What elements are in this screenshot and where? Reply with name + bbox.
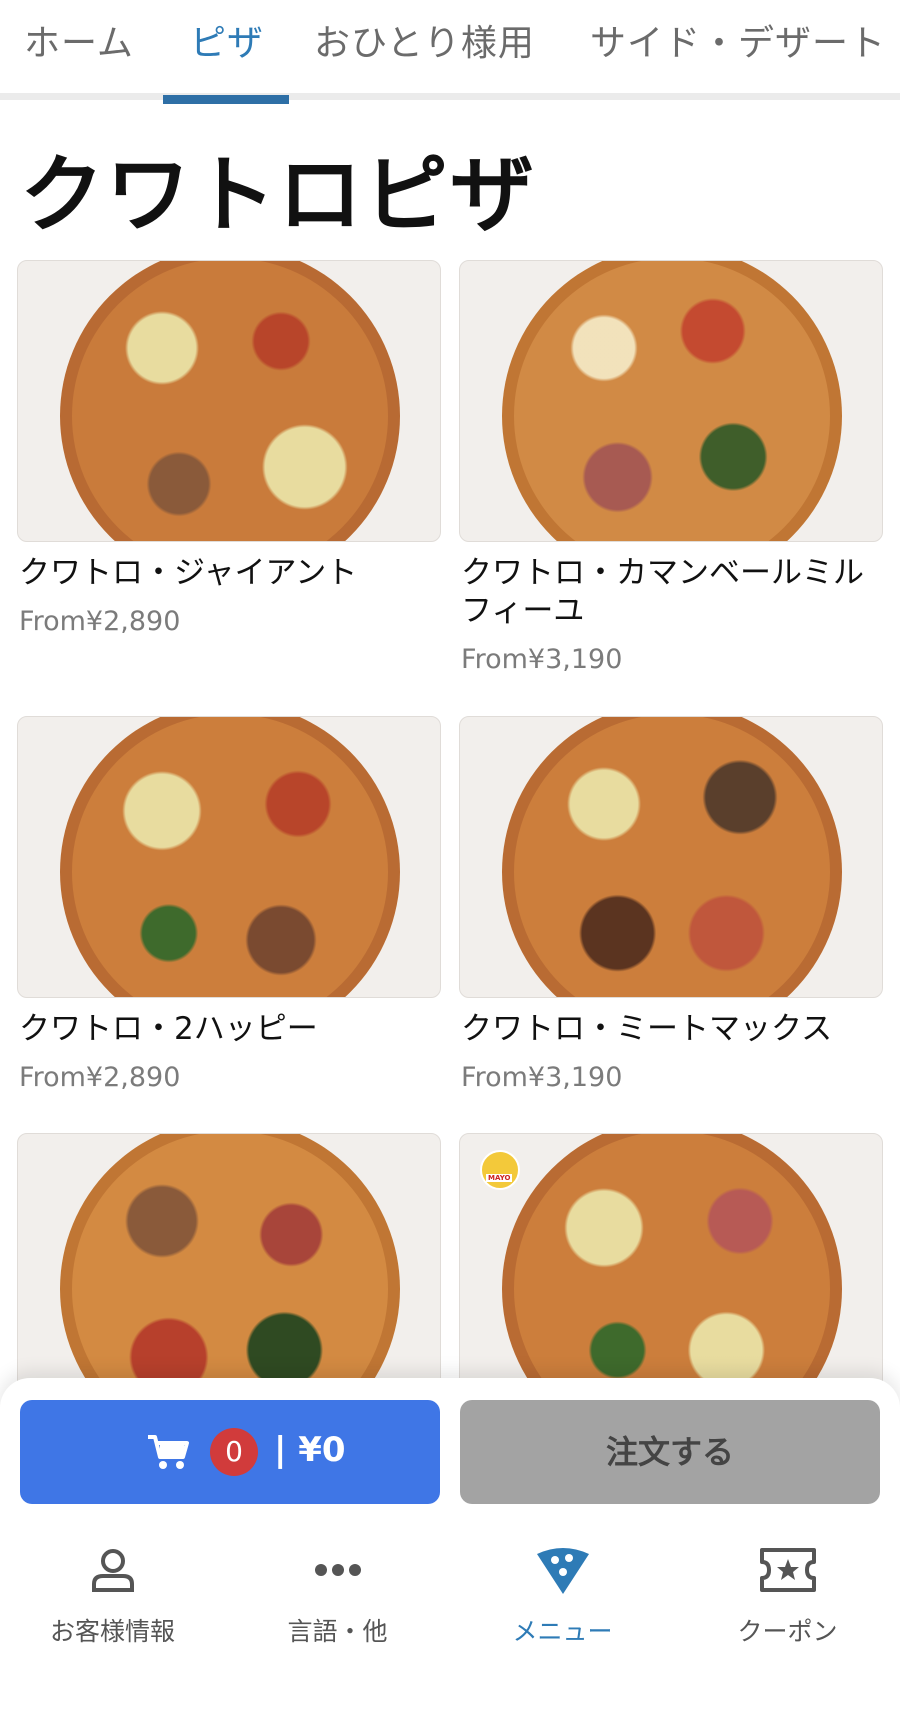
cart-count-badge: 0 [210, 1428, 258, 1476]
product-name: クワトロ・カマンベールミルフィーユ [461, 555, 864, 629]
pizza-slice-icon [450, 1542, 675, 1598]
product-name: クワトロ・2ハッピー [19, 1011, 318, 1047]
mayo-badge-label: MAYO [486, 1174, 513, 1182]
product-price: From¥3,190 [461, 1062, 623, 1093]
order-button[interactable]: 注文する [460, 1400, 880, 1504]
product-image [459, 260, 883, 542]
page-title: クワトロピザ [20, 146, 537, 244]
person-icon [0, 1542, 225, 1598]
coupon-ticket-icon [675, 1542, 900, 1598]
nav-label: クーポン [737, 1617, 838, 1646]
product-image [17, 260, 441, 542]
product-image [459, 716, 883, 998]
cart-total: | ¥0 [274, 1430, 346, 1470]
bottom-panel: 0 | ¥0 注文する お客様情報 言語・他 メニュー クーポン [0, 1378, 900, 1718]
tab-side-dessert[interactable]: サイド・デザート [590, 14, 886, 66]
product-price: From¥3,190 [461, 644, 623, 675]
tab-pizza[interactable]: ピザ [190, 14, 264, 66]
category-tabs: ホーム ピザ おひとり様用 サイド・デザート [0, 0, 900, 100]
active-tab-indicator [163, 95, 289, 104]
product-card[interactable]: クワトロ・ジャイアント From¥2,890 [17, 260, 441, 640]
product-card[interactable]: クワトロ・2ハッピー From¥2,890 [17, 716, 441, 1096]
nav-label: 言語・他 [287, 1617, 388, 1646]
product-card[interactable]: クワトロ・カマンベールミルフィーユ From¥3,190 [459, 260, 883, 680]
product-card[interactable]: クワトロ・ミートマックス From¥3,190 [459, 716, 883, 1096]
product-image [17, 716, 441, 998]
cart-icon [146, 1434, 190, 1474]
nav-menu[interactable]: メニュー [450, 1542, 675, 1648]
nav-label: お客様情報 [49, 1617, 175, 1646]
product-price: From¥2,890 [19, 1062, 181, 1093]
product-name: クワトロ・ジャイアント [19, 555, 358, 591]
nav-coupon[interactable]: クーポン [675, 1542, 900, 1648]
more-icon [225, 1542, 450, 1598]
product-name: クワトロ・ミートマックス [461, 1011, 833, 1047]
product-image: MAYO [459, 1133, 883, 1415]
mayo-badge: MAYO [480, 1150, 520, 1190]
nav-label: メニュー [512, 1617, 613, 1646]
nav-customer-info[interactable]: お客様情報 [0, 1542, 225, 1648]
product-price: From¥2,890 [19, 606, 181, 637]
product-image [17, 1133, 441, 1415]
tab-single[interactable]: おひとり様用 [314, 14, 535, 66]
nav-language-other[interactable]: 言語・他 [225, 1542, 450, 1648]
tab-home[interactable]: ホーム [24, 14, 134, 66]
cart-button[interactable]: 0 | ¥0 [20, 1400, 440, 1504]
